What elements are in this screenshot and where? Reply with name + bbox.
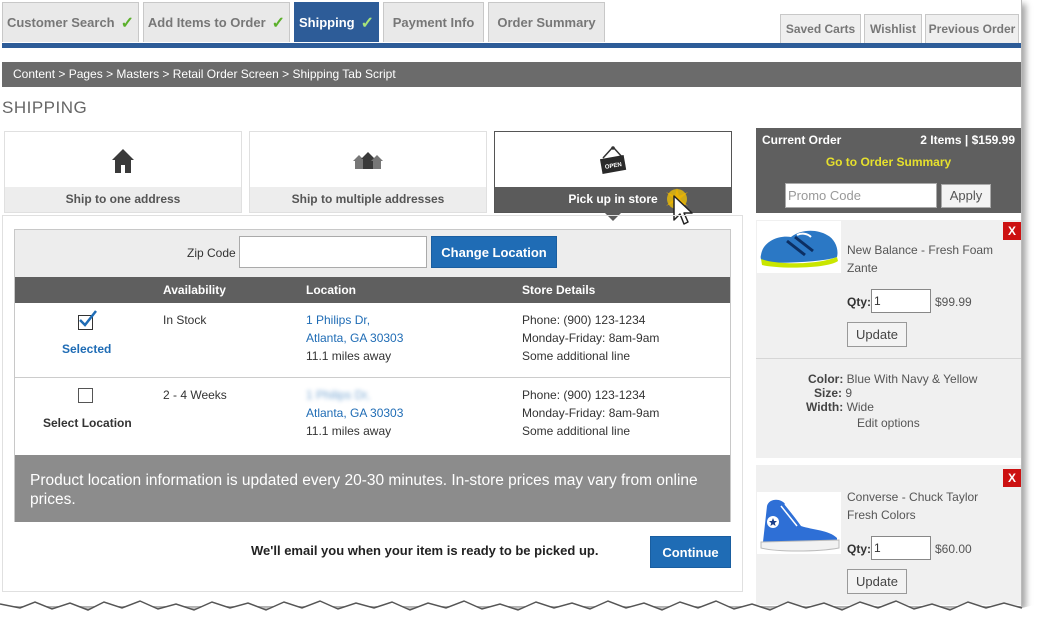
continue-button[interactable]: Continue — [650, 536, 731, 568]
shoe-image — [757, 221, 841, 273]
availability: 2 - 4 Weeks — [163, 388, 227, 402]
item-divider — [756, 358, 1021, 359]
qty-input[interactable]: 1 — [871, 536, 931, 560]
house-icon — [5, 148, 241, 177]
product-name-line1[interactable]: New Balance - Fresh Foam — [847, 241, 993, 259]
houses-icon — [250, 152, 486, 173]
zip-label: Zip Code — [187, 246, 236, 260]
zip-code-input[interactable] — [239, 236, 427, 268]
store-row: Selected In Stock 1 Philips Dr, Atlanta,… — [15, 303, 730, 378]
store-phone: Phone: (900) 123-1234 — [522, 313, 646, 327]
option-label: Ship to multiple addresses — [250, 187, 486, 212]
store-select-checkbox[interactable] — [78, 310, 97, 330]
qty-input[interactable]: 1 — [871, 289, 931, 313]
remove-item-button[interactable]: X — [1003, 222, 1021, 240]
store-phone: Phone: (900) 123-1234 — [522, 388, 646, 402]
store-extra: Some additional line — [522, 424, 631, 438]
color-label: Color: — [808, 372, 844, 386]
tab-order-summary[interactable]: Order Summary — [488, 2, 605, 42]
breadcrumb: Content > Pages > Masters > Retail Order… — [2, 62, 1021, 87]
page-title: SHIPPING — [2, 98, 88, 117]
width-label: Width: — [806, 400, 844, 414]
edit-options-link[interactable]: Edit options — [857, 416, 920, 430]
store-distance: 11.1 miles away — [306, 424, 392, 438]
color-value: Blue With Navy & Yellow — [846, 372, 978, 386]
store-address-line1[interactable]: 1 Philips Dr, — [306, 386, 370, 404]
torn-edge — [0, 600, 1038, 636]
tab-label: Customer Search — [6, 15, 115, 30]
tab-add-items[interactable]: Add Items to Order ✓ — [143, 2, 290, 42]
item-width: Width: Wide — [806, 400, 874, 414]
tab-label: Payment Info — [392, 15, 475, 30]
qty-label: Qty: — [847, 295, 871, 309]
store-extra: Some additional line — [522, 349, 631, 363]
select-location-label: Select Location — [43, 416, 132, 430]
pickup-email-message: We'll email you when your item is ready … — [251, 543, 599, 558]
store-hours: Monday-Friday: 8am-9am — [522, 406, 660, 420]
shoe-image — [757, 492, 841, 554]
product-name-line1[interactable]: Converse - Chuck Taylor — [847, 488, 978, 506]
col-location: Location — [306, 283, 356, 297]
order-count: 2 Items | $159.99 — [920, 133, 1015, 147]
previous-order-tab[interactable]: Previous Order — [925, 14, 1019, 43]
promo-code-input[interactable]: Promo Code — [785, 183, 937, 208]
tab-shipping[interactable]: Shipping ✓ — [294, 2, 379, 42]
width-value: Wide — [846, 400, 874, 414]
open-sign-icon: OPEN — [495, 146, 731, 179]
checkmark-icon — [79, 310, 97, 327]
col-availability: Availability — [163, 283, 226, 297]
app-window: Customer Search ✓ Add Items to Order ✓ Shi… — [0, 0, 1022, 606]
apply-button[interactable]: Apply — [941, 184, 991, 208]
option-label: Ship to one address — [5, 187, 241, 212]
current-order-panel: Current Order 2 Items | $159.99 Go to Or… — [756, 128, 1021, 213]
item-price: $99.99 — [935, 295, 972, 309]
current-order-title: Current Order — [762, 133, 842, 147]
item-size: Size: 9 — [814, 386, 852, 400]
tab-customer-search[interactable]: Customer Search ✓ — [2, 2, 139, 42]
item-price: $60.00 — [935, 542, 972, 556]
store-finder: Zip Code Change Location Availability Lo… — [14, 229, 731, 522]
product-name-line2[interactable]: Fresh Colors — [847, 506, 916, 524]
store-row: Select Location 2 - 4 Weeks 1 Philips Dr… — [15, 378, 730, 453]
tab-label: Shipping — [298, 15, 355, 30]
update-button[interactable]: Update — [847, 322, 907, 347]
tab-label: Order Summary — [497, 15, 596, 30]
store-hours: Monday-Friday: 8am-9am — [522, 331, 660, 345]
go-to-order-summary-link[interactable]: Go to Order Summary — [756, 155, 1021, 169]
size-label: Size: — [814, 386, 843, 400]
ship-multiple-addresses-option[interactable]: Ship to multiple addresses — [249, 131, 487, 213]
availability: In Stock — [163, 313, 207, 327]
zip-row: Zip Code Change Location — [15, 230, 730, 277]
check-icon: ✓ — [271, 14, 286, 32]
change-location-button[interactable]: Change Location — [431, 236, 557, 268]
store-address-line2[interactable]: Atlanta, GA 30303 — [306, 329, 403, 347]
tab-payment-info[interactable]: Payment Info — [383, 2, 484, 42]
ship-one-address-option[interactable]: Ship to one address — [4, 131, 242, 213]
update-button[interactable]: Update — [847, 569, 907, 594]
product-name-line2[interactable]: Zante — [847, 259, 878, 277]
col-store-details: Store Details — [522, 283, 596, 297]
store-select-checkbox[interactable] — [78, 388, 93, 403]
tab-label: Add Items to Order — [147, 15, 266, 30]
check-icon: ✓ — [120, 14, 135, 32]
item-color: Color: Blue With Navy & Yellow — [808, 372, 977, 386]
store-address-line1[interactable]: 1 Philips Dr, — [306, 311, 370, 329]
check-icon: ✓ — [360, 14, 374, 32]
remove-item-button[interactable]: X — [1003, 469, 1021, 487]
wishlist-tab[interactable]: Wishlist — [864, 14, 922, 43]
saved-carts-tab[interactable]: Saved Carts — [780, 14, 861, 43]
location-notice: Product location information is updated … — [15, 455, 730, 522]
qty-label: Qty: — [847, 542, 871, 556]
store-table-header: Availability Location Store Details — [15, 277, 730, 303]
select-status: Selected — [62, 342, 112, 356]
store-address-line2[interactable]: Atlanta, GA 30303 — [306, 404, 403, 422]
store-distance: 11.1 miles away — [306, 349, 392, 363]
size-value: 9 — [845, 386, 853, 400]
tab-underline — [2, 43, 1021, 48]
